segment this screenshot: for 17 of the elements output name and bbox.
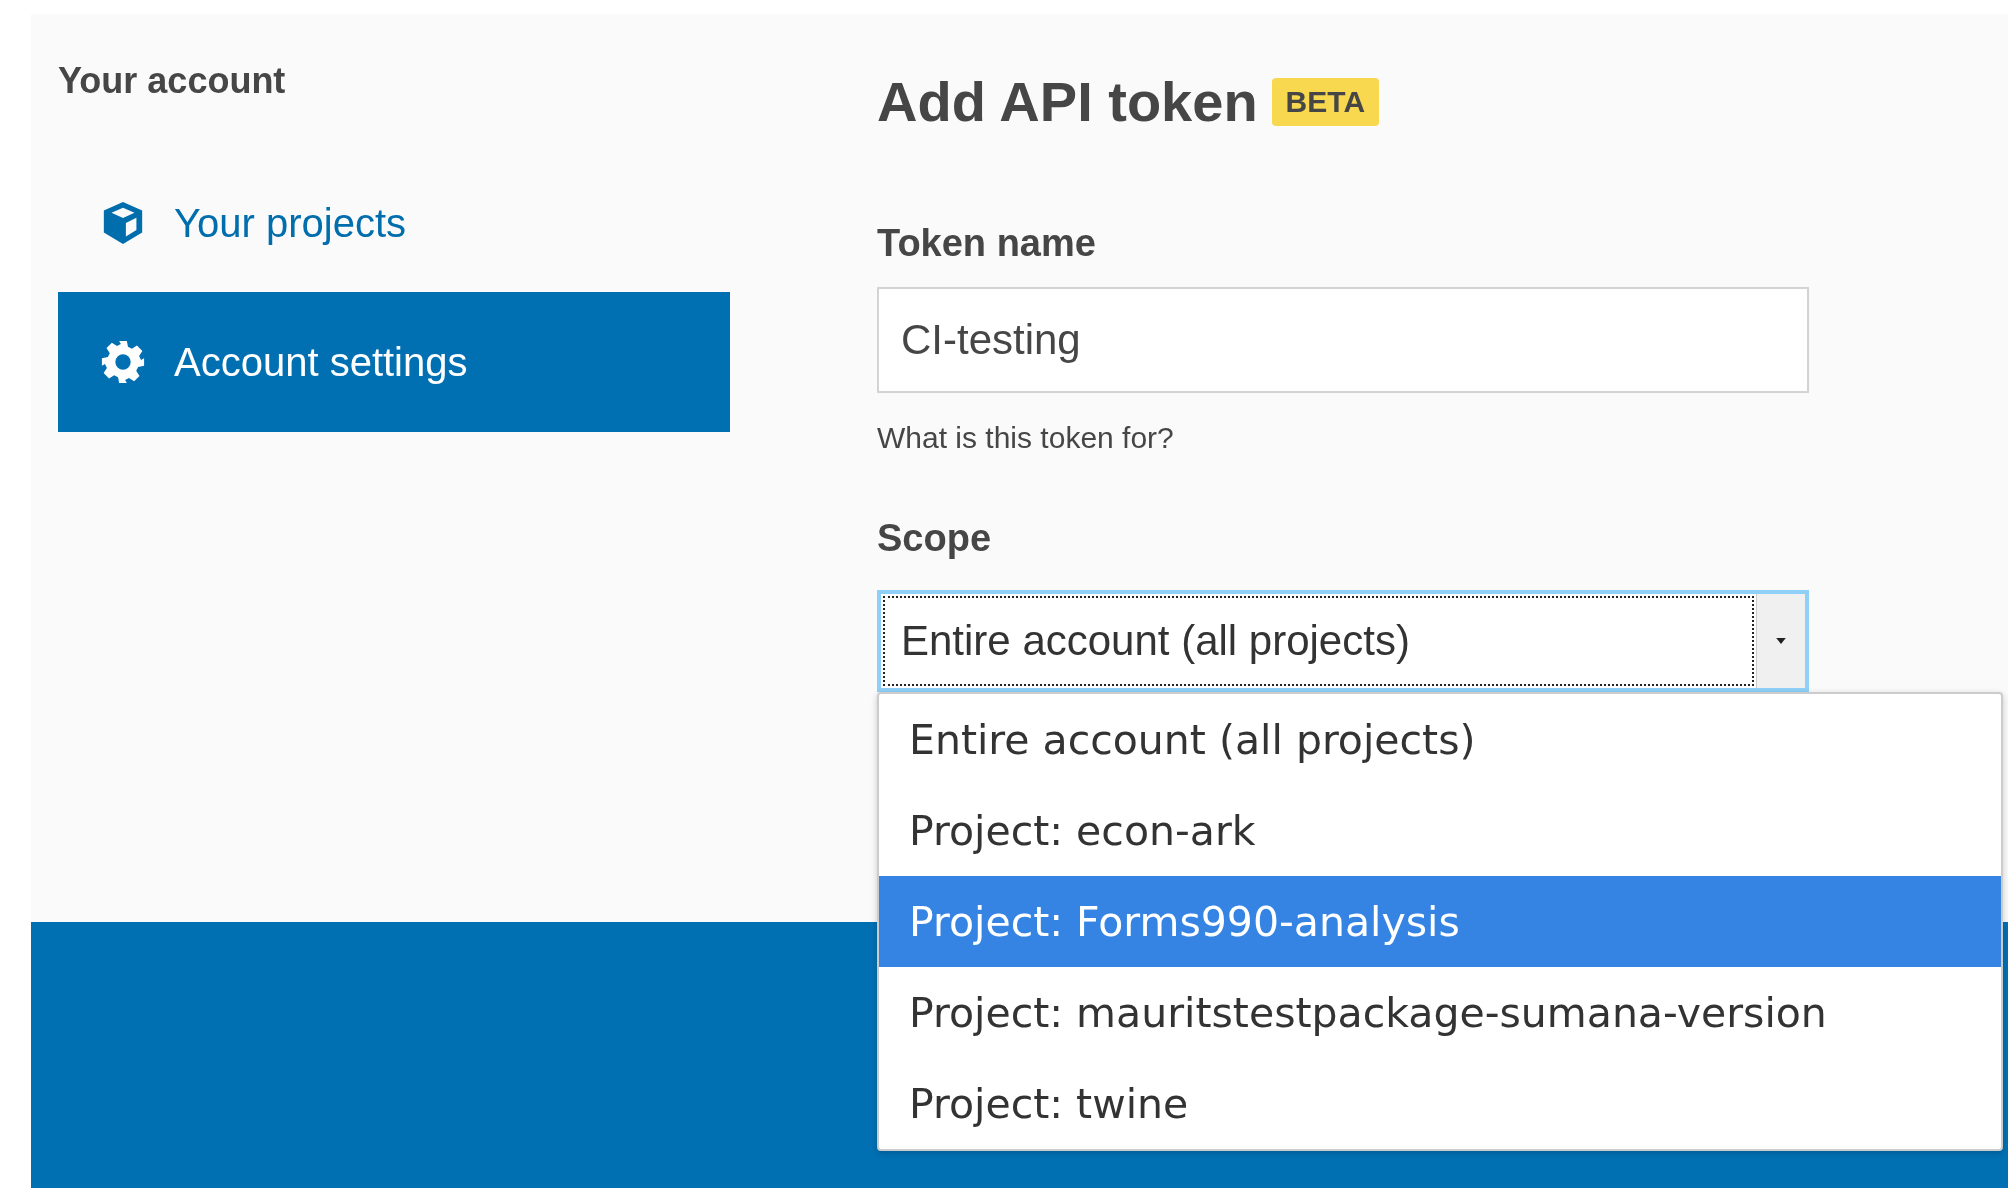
dropdown-option[interactable]: Project: Forms990-analysis — [879, 876, 2001, 967]
sidebar-item[interactable]: Account settings — [58, 292, 730, 432]
sidebar-title: Your account — [58, 60, 287, 103]
dropdown-option[interactable]: Entire account (all projects) — [879, 694, 2001, 785]
caret-icon — [1776, 638, 1786, 644]
scope-select[interactable]: Entire account (all projects) — [877, 590, 1809, 692]
sidebar-item[interactable]: Your projects — [58, 154, 730, 292]
field-label: Scope — [877, 517, 993, 560]
settings-icon — [100, 339, 146, 385]
dropdown-option[interactable]: Project: twine — [879, 1058, 2001, 1149]
page-title: Add API token — [877, 69, 1258, 134]
dropdown-option[interactable]: Project: econ-ark — [879, 785, 2001, 876]
token-name-field[interactable]: CI-testing — [877, 287, 1809, 393]
field-label: Token name — [877, 222, 1097, 265]
dropdown-option[interactable]: Project: mauritstestpackage-sumana-version — [879, 967, 2001, 1058]
help-text: What is this token for? — [877, 421, 1175, 455]
beta-badge: BETA — [1271, 77, 1380, 126]
